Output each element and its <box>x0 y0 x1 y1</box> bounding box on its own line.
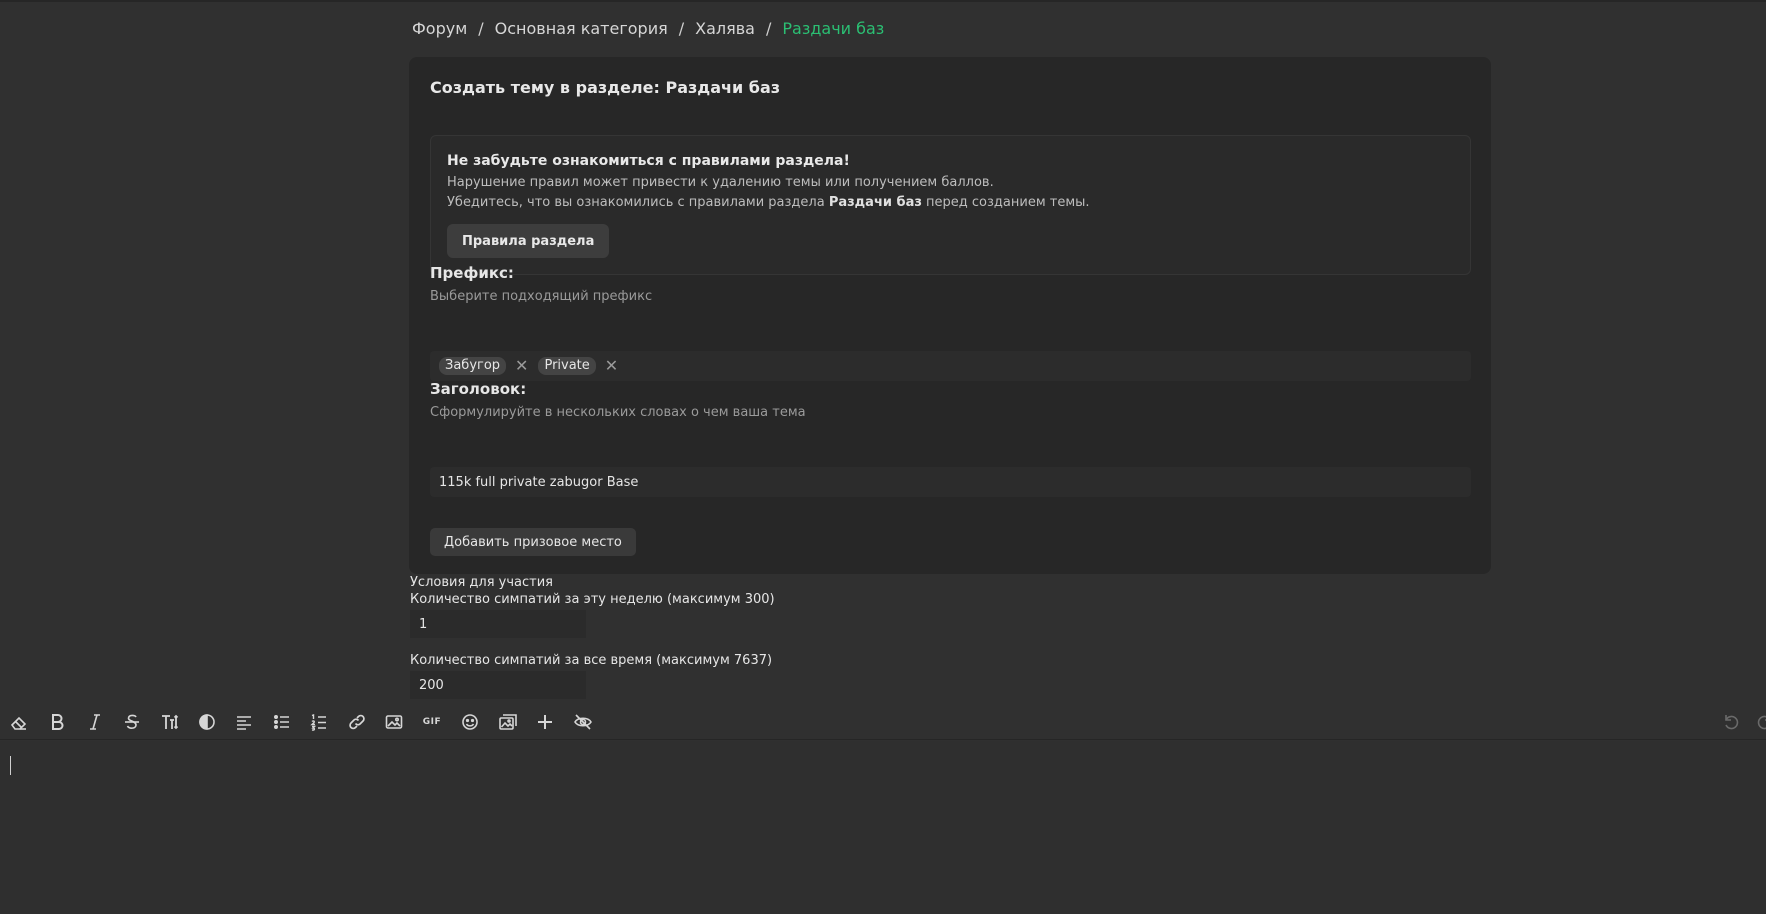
breadcrumb-item-freebies[interactable]: Халява <box>695 19 755 38</box>
week-likes-input[interactable] <box>410 610 586 638</box>
italic-icon[interactable] <box>82 704 108 740</box>
strikethrough-icon[interactable] <box>119 704 145 740</box>
breadcrumb-separator: / <box>765 19 772 38</box>
breadcrumb-item-current[interactable]: Раздачи баз <box>782 19 884 38</box>
emoji-icon[interactable] <box>457 704 483 740</box>
all-time-likes-label: Количество симпатий за все время (максим… <box>410 653 773 668</box>
prefix-tag: Забугор <box>439 357 507 375</box>
bullet-list-icon[interactable] <box>269 704 295 740</box>
text-caret <box>10 756 11 775</box>
breadcrumb-separator: / <box>478 19 484 38</box>
conditions-title: Условия для участия <box>410 575 553 590</box>
eraser-icon[interactable] <box>6 704 32 740</box>
heading-label: Заголовок: <box>430 380 527 398</box>
notice-text-part: перед созданием темы. <box>921 195 1090 210</box>
heading-hint: Сформулируйте в нескольких словах о чем … <box>430 405 806 420</box>
create-thread-card: Создать тему в разделе: Раздачи баз Не з… <box>409 57 1491 574</box>
numbered-list-icon[interactable] <box>306 704 332 740</box>
notice-text: Нарушение правил может привести к удален… <box>447 175 994 190</box>
undo-icon[interactable] <box>1718 704 1744 740</box>
notice-title: Не забудьте ознакомиться с правилами раз… <box>447 153 850 169</box>
bold-icon[interactable] <box>44 704 70 740</box>
remove-tag-icon[interactable]: ✕ <box>605 358 618 374</box>
notice-text-rules: Убедитесь, что вы ознакомились с правила… <box>447 195 1090 210</box>
page-title: Создать тему в разделе: Раздачи баз <box>430 78 781 97</box>
link-icon[interactable] <box>344 704 370 740</box>
remove-tag-icon[interactable]: ✕ <box>515 358 528 374</box>
breadcrumb-separator: / <box>678 19 685 38</box>
hide-icon[interactable] <box>570 704 596 740</box>
top-divider <box>0 0 1766 2</box>
notice-section-name: Раздачи баз <box>828 195 922 210</box>
color-icon[interactable] <box>194 704 220 740</box>
align-icon[interactable] <box>231 704 257 740</box>
all-time-likes-input[interactable] <box>410 671 586 699</box>
breadcrumb: Форум / Основная категория / Халява / Ра… <box>412 19 884 38</box>
prefix-label: Префикс: <box>430 264 514 282</box>
add-prize-button[interactable]: Добавить призовое место <box>430 528 636 556</box>
gallery-icon[interactable] <box>495 704 521 740</box>
prefix-tag: Private <box>538 357 596 375</box>
breadcrumb-item-forum[interactable]: Форум <box>412 19 467 38</box>
notice-text-part: Убедитесь, что вы ознакомились с правила… <box>447 195 829 210</box>
section-rules-button[interactable]: Правила раздела <box>447 224 610 258</box>
editor-toolbar: GIF <box>0 704 1766 740</box>
week-likes-label: Количество симпатий за эту неделю (макси… <box>410 592 775 607</box>
gif-icon[interactable]: GIF <box>419 704 445 740</box>
plus-icon[interactable] <box>532 704 558 740</box>
text-size-icon[interactable] <box>157 704 183 740</box>
breadcrumb-item-main-category[interactable]: Основная категория <box>495 19 668 38</box>
message-editor[interactable] <box>0 741 1766 914</box>
prefix-hint: Выберите подходящий префикс <box>430 289 653 304</box>
image-icon[interactable] <box>381 704 407 740</box>
gif-label: GIF <box>422 717 442 727</box>
redo-icon[interactable] <box>1752 704 1766 740</box>
thread-title-input[interactable] <box>430 467 1471 497</box>
rules-notice: Не забудьте ознакомиться с правилами раз… <box>430 135 1471 275</box>
prefix-select[interactable]: Забугор ✕ Private ✕ <box>430 351 1471 381</box>
